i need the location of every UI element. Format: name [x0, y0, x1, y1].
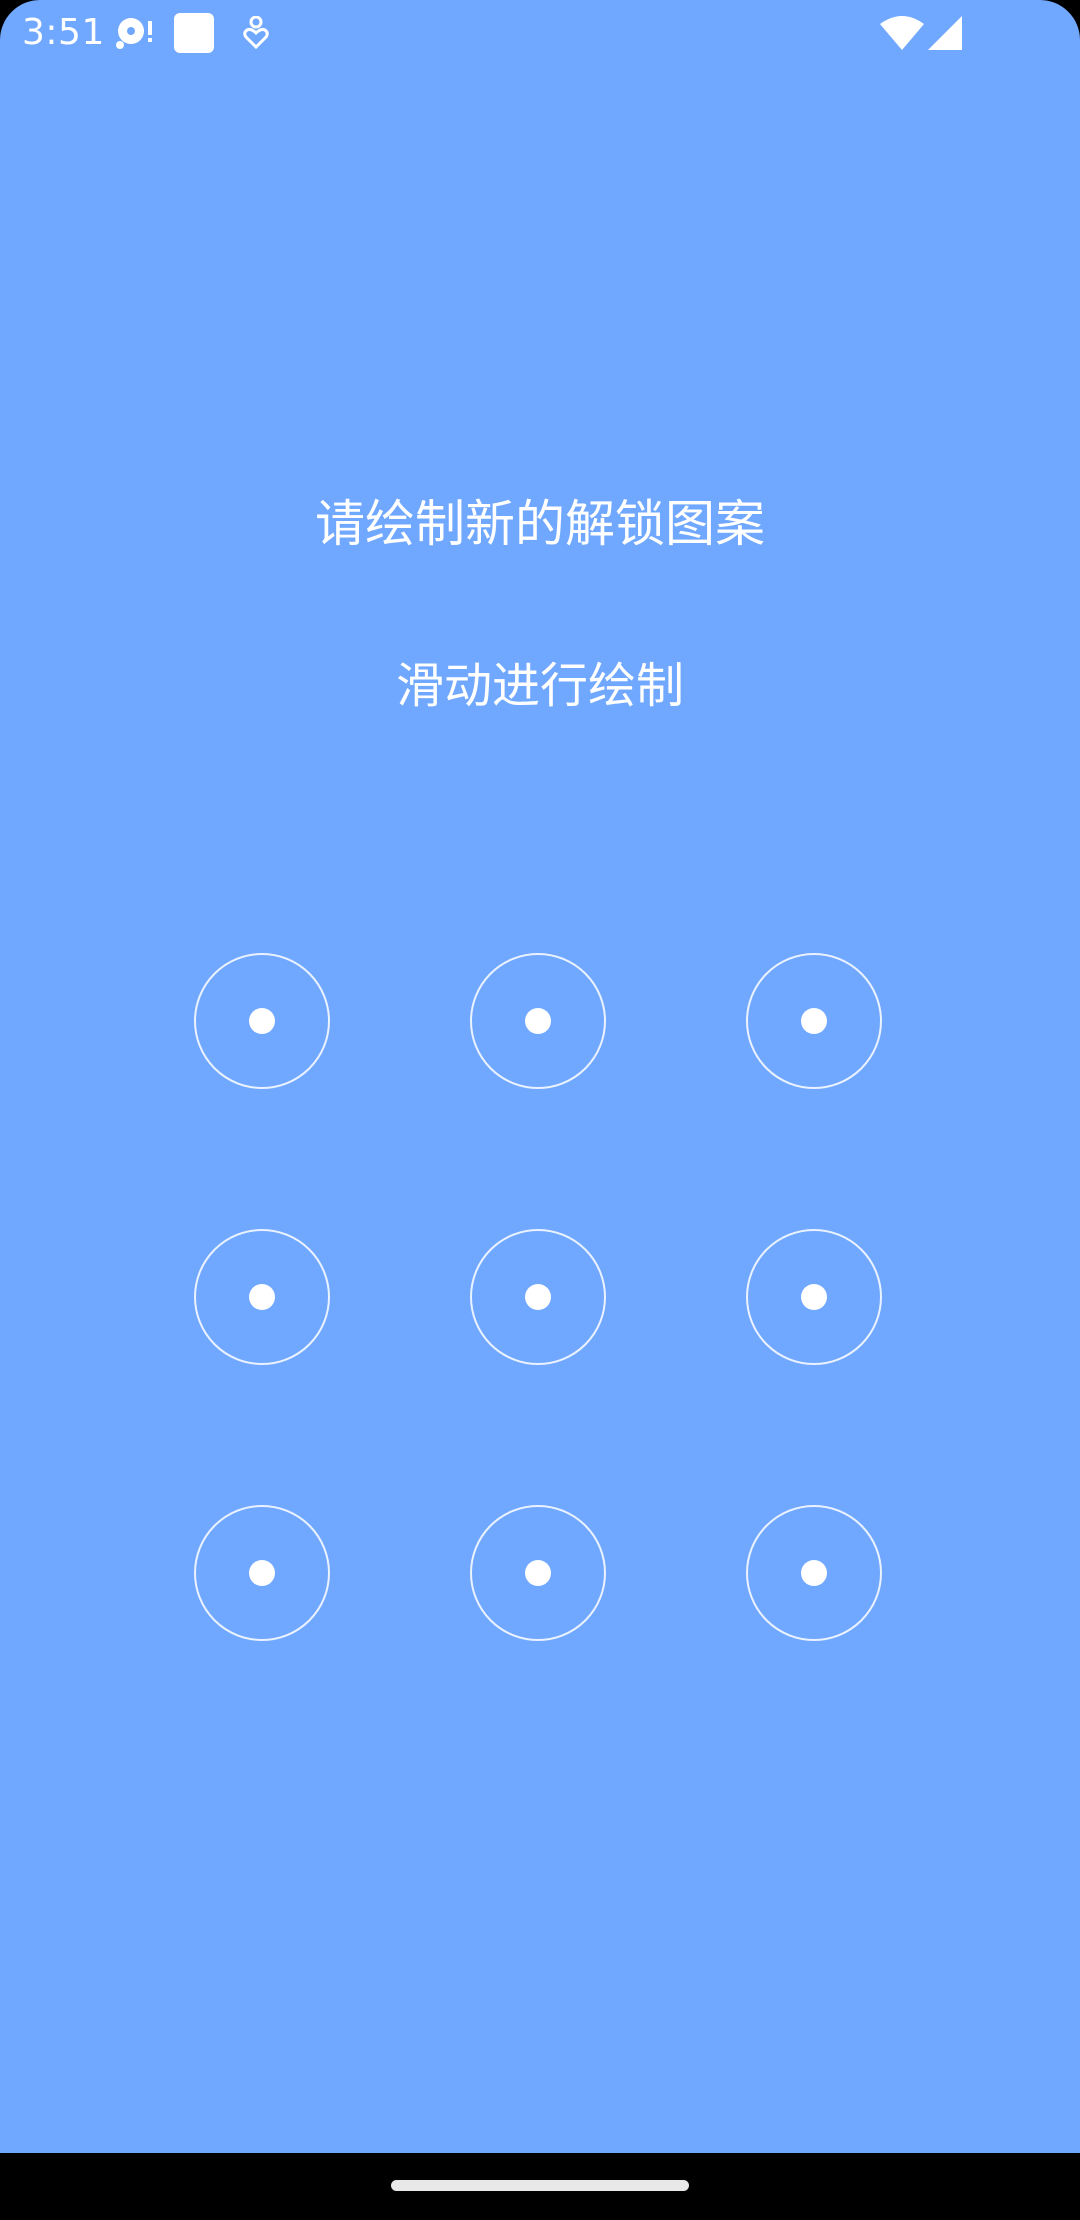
pattern-node-dot — [249, 1008, 275, 1034]
pattern-node-6[interactable] — [746, 1229, 882, 1365]
pattern-node-8[interactable] — [470, 1505, 606, 1641]
pattern-node-1[interactable] — [194, 953, 330, 1089]
pattern-node-dot — [801, 1284, 827, 1310]
pattern-node-dot — [801, 1008, 827, 1034]
pattern-grid[interactable] — [0, 0, 1080, 2153]
pattern-node-7[interactable] — [194, 1505, 330, 1641]
navigation-bar — [0, 2153, 1080, 2220]
pattern-node-dot — [525, 1560, 551, 1586]
pattern-node-dot — [249, 1560, 275, 1586]
pattern-node-2[interactable] — [470, 953, 606, 1089]
pattern-node-5[interactable] — [470, 1229, 606, 1365]
home-gesture-handle[interactable] — [391, 2180, 689, 2191]
pattern-node-9[interactable] — [746, 1505, 882, 1641]
pattern-node-dot — [249, 1284, 275, 1310]
pattern-node-3[interactable] — [746, 953, 882, 1089]
pattern-setup-screen: 3:51 请绘制新的解锁图案 滑动进行绘制 — [0, 0, 1080, 2153]
pattern-node-4[interactable] — [194, 1229, 330, 1365]
pattern-node-dot — [525, 1008, 551, 1034]
pattern-node-dot — [801, 1560, 827, 1586]
pattern-node-dot — [525, 1284, 551, 1310]
